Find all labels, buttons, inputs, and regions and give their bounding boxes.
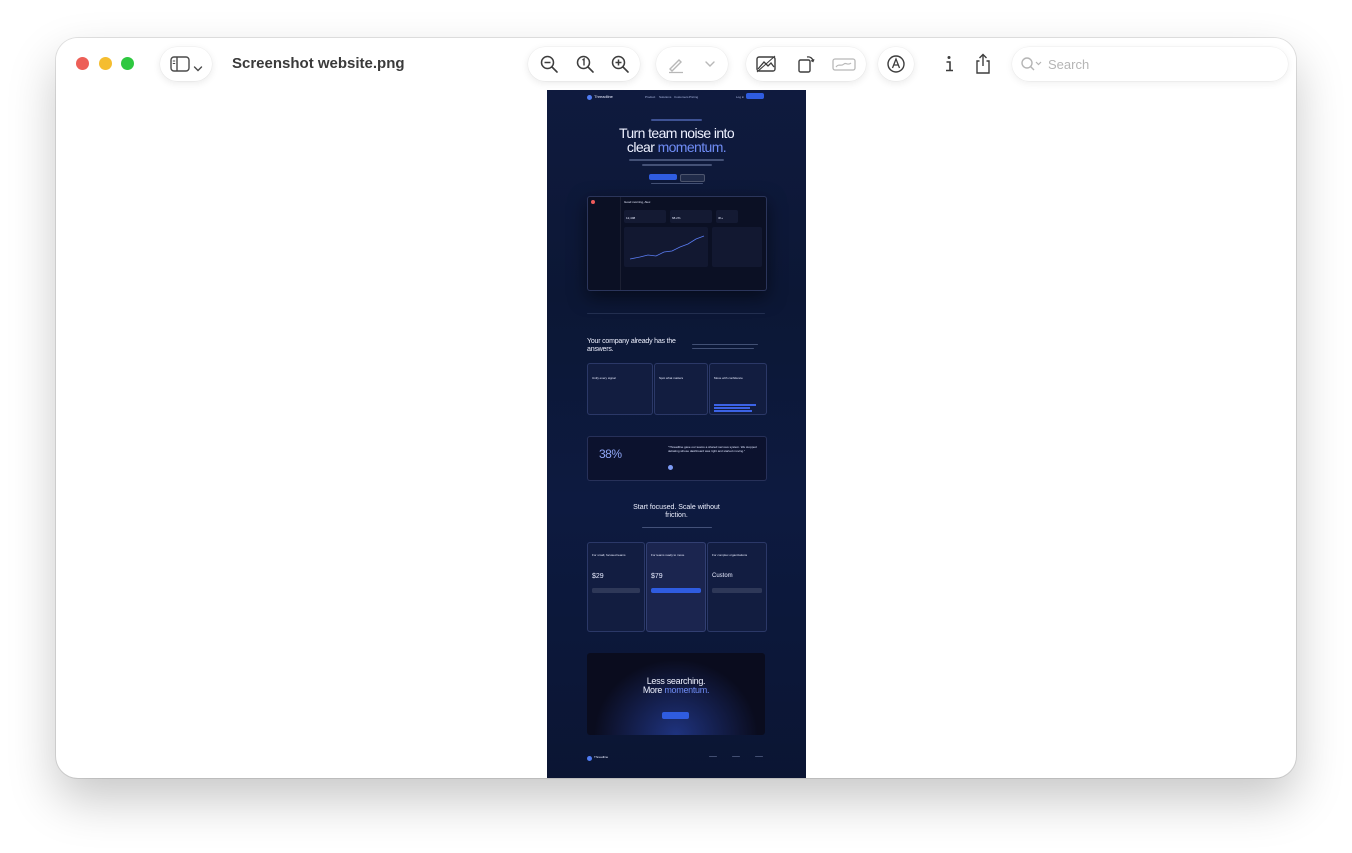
feature-card: Move with confidence (709, 363, 767, 415)
pricing-title-line2: friction. (665, 512, 688, 519)
feature-card: Unify every signal (587, 363, 653, 415)
plan-price: $79 (651, 573, 663, 580)
brand-name: Threadline (594, 94, 613, 99)
hero-subtitle-line (629, 159, 724, 161)
brand-logo-icon (587, 95, 592, 100)
nav-pricing: Pricing (689, 95, 699, 99)
hero-title-accent: momentum. (657, 139, 727, 155)
plan-card: For complex organizations Custom (707, 542, 767, 632)
section-answers-text (692, 344, 758, 345)
nav-customers: Customers (674, 95, 689, 99)
feature-title: Unify every signal (592, 376, 616, 380)
pricing-title: Start focused. Scale without friction. (547, 504, 806, 520)
footer-logo-icon (587, 756, 592, 761)
hero-title-line1: Turn team noise into (618, 125, 735, 141)
nav-cta-button (746, 93, 764, 99)
preview-window: Screenshot website.png Search Threadline… (56, 38, 1296, 778)
footer-column (732, 756, 740, 757)
footer-brand: Threadline (594, 755, 609, 759)
plan-price: Custom (712, 573, 733, 579)
plan-card-featured: For teams ready to move $79 (646, 542, 706, 632)
zoom-window-button[interactable] (121, 57, 134, 70)
logo-strip (587, 313, 765, 314)
hero-title-line2: clear momentum. (547, 140, 806, 154)
crop-image-icon[interactable] (749, 47, 783, 81)
app-sidebar (588, 197, 621, 290)
metric-value: 38% (599, 447, 622, 461)
chart-panel (624, 227, 708, 267)
stat-value: 3h+ (718, 216, 724, 220)
plan-title: For teams ready to move (651, 553, 685, 557)
search-icon (1020, 56, 1044, 77)
nav-product: Product (645, 95, 656, 99)
app-greeting: Good morning, Alex (624, 200, 651, 204)
zoom-out-icon[interactable] (532, 47, 566, 81)
footer-column (709, 756, 717, 757)
cta-title-accent: momentum. (664, 685, 710, 695)
cta-title-plain: More (642, 685, 665, 695)
cta-section: Less searching. More momentum. (587, 653, 765, 735)
progress-bar (714, 410, 752, 412)
highlight-pen-icon[interactable] (659, 47, 693, 81)
sidebar-icon (170, 55, 190, 78)
hero-primary-button (649, 174, 677, 180)
cta-title: Less searching. More momentum. (587, 677, 765, 695)
chevron-down-icon[interactable] (693, 47, 727, 81)
section-answers-title-line2: answers. (587, 345, 614, 353)
plan-title: For small, focused teams (592, 553, 626, 557)
plan-title: For complex organizations (712, 553, 748, 557)
hero-note (651, 183, 703, 184)
plan-button (592, 588, 640, 593)
zoom-in-icon[interactable] (603, 47, 637, 81)
sidebar-toggle-button[interactable] (160, 47, 212, 81)
minimize-window-button[interactable] (99, 57, 112, 70)
nav-login: Log in (736, 95, 745, 99)
plan-card: For small, focused teams $29 (587, 542, 645, 632)
markup-icon[interactable] (879, 47, 913, 81)
hero-secondary-button (680, 174, 705, 182)
plan-button (651, 588, 701, 593)
hero-tag (651, 119, 702, 121)
avatar (668, 465, 673, 470)
feature-card: Spot what matters (654, 363, 708, 415)
share-icon[interactable] (966, 47, 1000, 81)
feature-title: Spot what matters (659, 376, 684, 380)
hero-subtitle-line (642, 164, 712, 166)
plan-price: $29 (592, 573, 604, 580)
testimonial-card: 38% "Threadline gave our teams a shared … (587, 436, 767, 481)
info-icon[interactable] (932, 47, 966, 81)
hero-title: Turn team noise into clear momentum. (547, 126, 806, 154)
rotate-icon[interactable] (789, 47, 823, 81)
cta-title-line2: More momentum. (587, 686, 765, 695)
section-answers-title: Your company already has the answers. (587, 338, 676, 353)
stat-value: 12,408 (626, 216, 636, 220)
testimonial-quote: "Threadline gave our teams a shared nerv… (668, 445, 757, 453)
cta-button (662, 712, 689, 719)
pricing-title-line1: Start focused. Scale without (633, 504, 720, 511)
actual-size-icon[interactable] (568, 47, 602, 81)
section-answers-title-line1: Your company already has the (587, 338, 676, 345)
footer-column (755, 756, 763, 757)
activity-panel (712, 227, 762, 267)
search-field[interactable]: Search (1012, 47, 1288, 81)
document-title: Screenshot website.png (232, 55, 405, 72)
progress-bar (714, 407, 750, 409)
search-placeholder: Search (1048, 57, 1090, 72)
pricing-subtitle (642, 527, 712, 528)
app-preview: Good morning, Alex 12,408 68.2% 3h+ (587, 196, 767, 291)
close-window-button[interactable] (76, 57, 89, 70)
stat-value: 68.2% (672, 216, 681, 220)
document-image: Threadline Product Solutions Customers P… (547, 90, 806, 778)
trend-line-chart (629, 235, 705, 260)
chevron-down-icon (193, 60, 203, 78)
progress-bar (714, 404, 756, 406)
feature-title: Move with confidence (714, 376, 743, 380)
signature-icon[interactable] (827, 47, 861, 81)
toolbar: Screenshot website.png Search (56, 38, 1296, 90)
hero-title-plain: clear (626, 139, 658, 155)
section-answers-text (692, 348, 754, 349)
plan-button (712, 588, 762, 593)
nav-solutions: Solutions (659, 95, 672, 99)
